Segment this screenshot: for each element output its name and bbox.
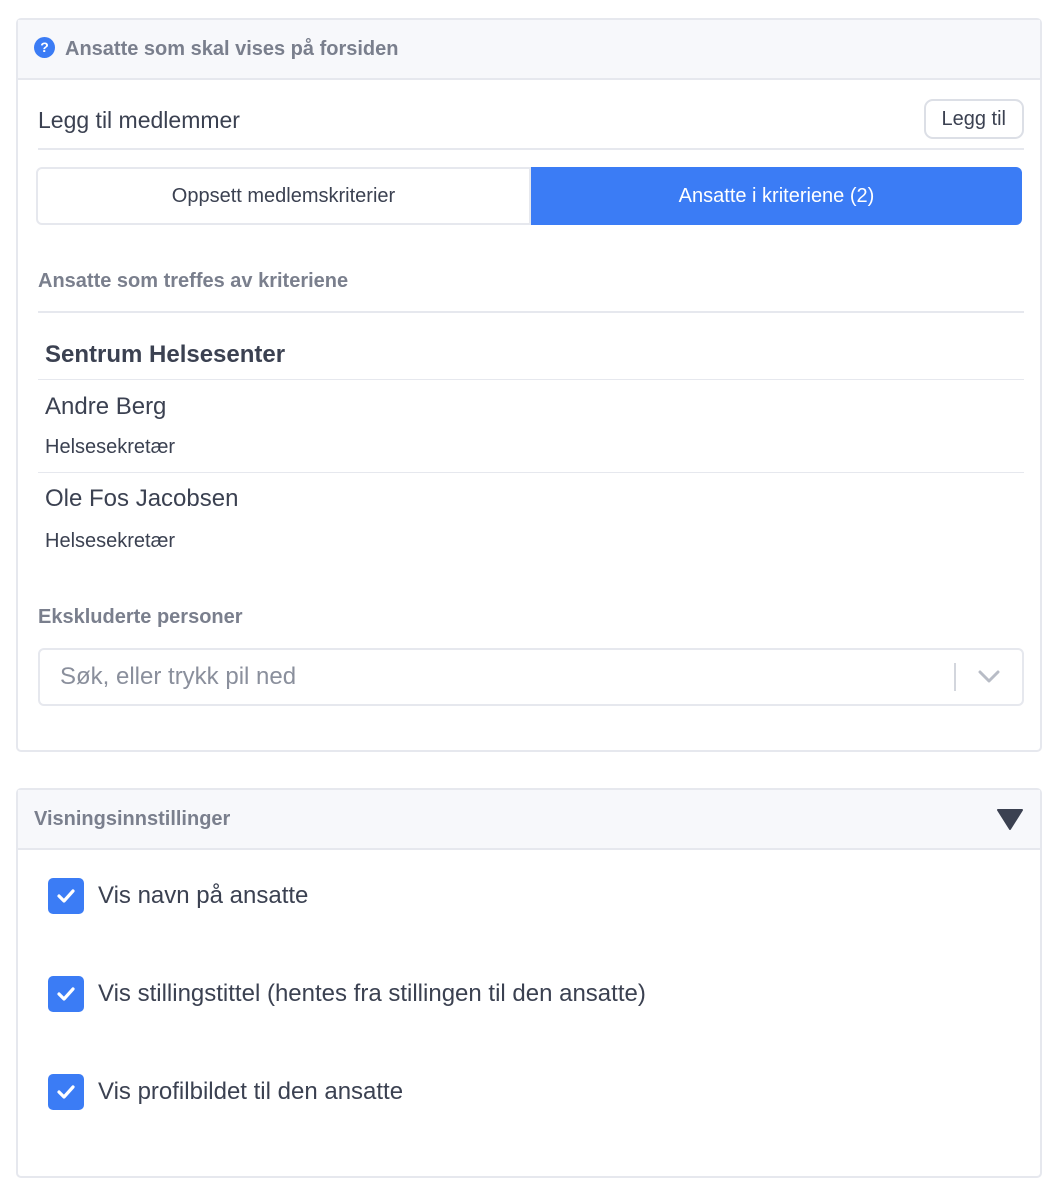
matched-employees-heading: Ansatte som treffes av kriteriene bbox=[38, 270, 349, 292]
option-show-profile-picture[interactable]: Vis profilbildet til den ansatte bbox=[48, 1074, 403, 1110]
option-label: Vis navn på ansatte bbox=[98, 882, 309, 909]
display-settings-header[interactable]: Visningsinnstillinger bbox=[18, 790, 1040, 850]
add-members-row: Legg til medlemmer Legg til bbox=[38, 98, 1024, 150]
tab-employees-in-criteria[interactable]: Ansatte i kriteriene (2) bbox=[531, 167, 1022, 225]
checkbox-checked[interactable] bbox=[48, 878, 84, 914]
members-panel: ? Ansatte som skal vises på forsiden Leg… bbox=[16, 18, 1042, 752]
excluded-persons-search-input[interactable] bbox=[40, 650, 954, 704]
display-settings-panel: Visningsinnstillinger Vis navn på ansatt… bbox=[16, 788, 1042, 1178]
help-icon[interactable]: ? bbox=[34, 36, 55, 58]
employee-name: Ole Fos Jacobsen bbox=[45, 485, 239, 512]
triangle-down-icon[interactable] bbox=[996, 806, 1024, 832]
excluded-persons-heading: Ekskluderte personer bbox=[38, 606, 243, 628]
members-panel-title: Ansatte som skal vises på forsiden bbox=[65, 37, 399, 60]
option-show-name[interactable]: Vis navn på ansatte bbox=[48, 878, 308, 914]
divider bbox=[38, 379, 1024, 380]
checkbox-checked[interactable] bbox=[48, 976, 84, 1012]
unit-name: Sentrum Helsesenter bbox=[45, 341, 286, 368]
excluded-persons-select[interactable] bbox=[38, 648, 1024, 706]
employee-title: Helsesekretær bbox=[45, 530, 176, 552]
option-label: Vis stillingstittel (hentes fra stilling… bbox=[98, 980, 646, 1007]
chevron-down-icon[interactable] bbox=[956, 650, 1022, 704]
tab-member-criteria[interactable]: Oppsett medlemskriterier bbox=[36, 167, 531, 225]
option-label: Vis profilbildet til den ansatte bbox=[98, 1078, 404, 1105]
checkbox-checked[interactable] bbox=[48, 1074, 84, 1110]
option-show-job-title[interactable]: Vis stillingstittel (hentes fra stilling… bbox=[48, 976, 646, 1012]
divider bbox=[38, 311, 1024, 313]
add-members-label: Legg til medlemmer bbox=[38, 106, 240, 133]
display-settings-title: Visningsinnstillinger bbox=[34, 807, 231, 830]
employee-title: Helsesekretær bbox=[45, 436, 176, 458]
employee-name: Andre Berg bbox=[45, 393, 167, 420]
members-tabs: Oppsett medlemskriterier Ansatte i krite… bbox=[36, 167, 1022, 225]
members-panel-header: ? Ansatte som skal vises på forsiden bbox=[18, 20, 1040, 80]
add-button[interactable]: Legg til bbox=[923, 99, 1024, 139]
divider bbox=[38, 472, 1024, 473]
